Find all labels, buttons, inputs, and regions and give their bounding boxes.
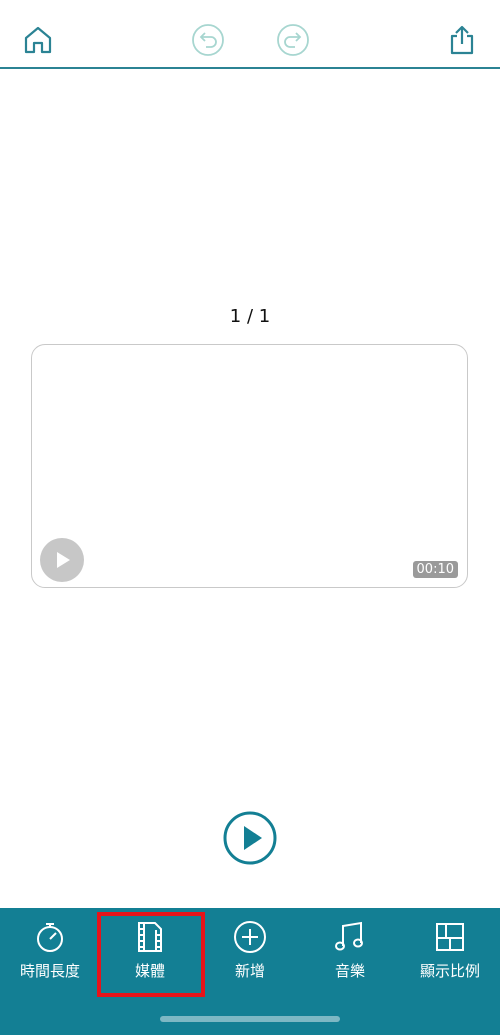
slide-canvas[interactable]: 00:10 — [31, 344, 468, 588]
redo-icon — [277, 24, 309, 56]
add-circle-icon — [233, 920, 267, 954]
tool-music[interactable]: 音樂 — [300, 908, 400, 998]
tool-add[interactable]: 新增 — [200, 908, 300, 998]
redo-button[interactable] — [275, 22, 311, 58]
stopwatch-icon — [33, 920, 67, 954]
top-toolbar — [0, 0, 500, 69]
music-note-icon — [333, 920, 367, 954]
play-circle-icon — [223, 811, 277, 865]
tool-add-label: 新增 — [234, 962, 265, 980]
tool-aspect-ratio[interactable]: 顯示比例 — [400, 908, 500, 998]
undo-button[interactable] — [190, 22, 226, 58]
slide-play-button[interactable] — [40, 538, 84, 582]
page-indicator: 1 / 1 — [229, 306, 271, 327]
preview-play-button[interactable] — [223, 811, 277, 865]
play-icon — [57, 552, 70, 568]
aspect-ratio-icon — [433, 920, 467, 954]
home-icon — [24, 26, 52, 54]
home-indicator — [160, 1016, 340, 1022]
share-button[interactable] — [444, 22, 480, 58]
undo-icon — [192, 24, 224, 56]
tool-duration[interactable]: 時間長度 — [0, 908, 100, 998]
tool-duration-label: 時間長度 — [19, 962, 80, 980]
share-icon — [450, 25, 474, 55]
home-button[interactable] — [20, 22, 56, 58]
duration-badge: 00:10 — [412, 561, 458, 578]
tool-aspect-ratio-label: 顯示比例 — [419, 962, 480, 980]
highlight-box — [97, 912, 205, 997]
tool-music-label: 音樂 — [334, 962, 365, 980]
